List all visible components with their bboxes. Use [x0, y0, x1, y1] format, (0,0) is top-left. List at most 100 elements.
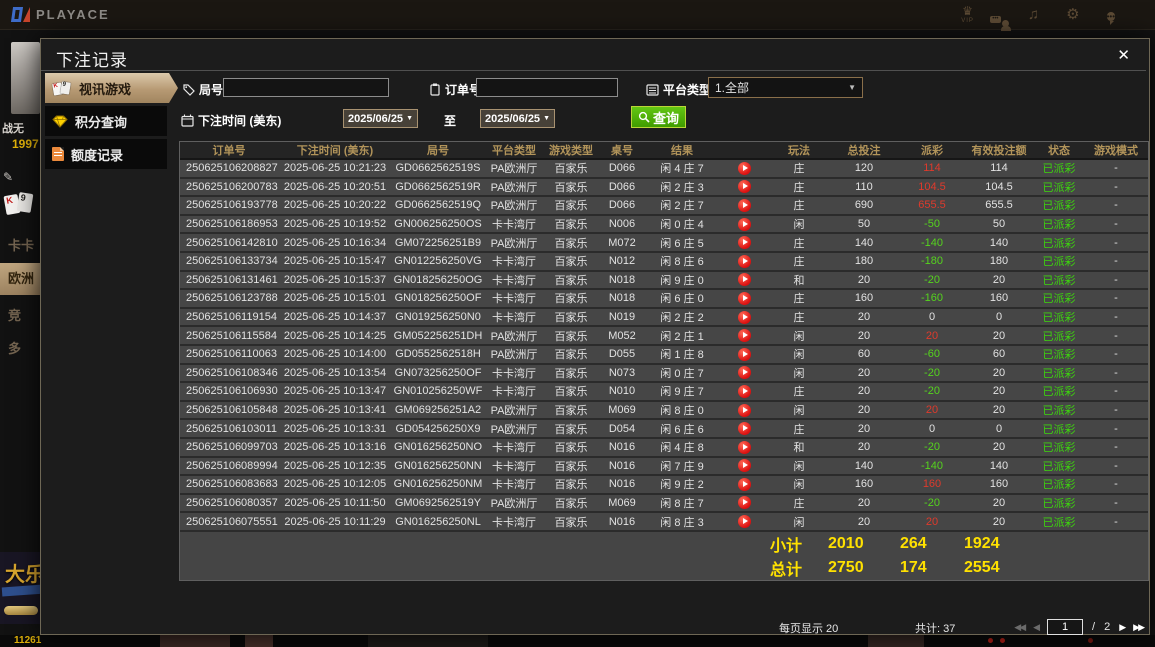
replay-button[interactable] — [737, 422, 751, 436]
cell-replay — [718, 233, 770, 253]
cell-order-number: 250625106142810 — [180, 233, 278, 253]
column-header — [718, 142, 770, 160]
cell-payout: 20 — [900, 326, 964, 346]
bet-records-modal: 下注记录 ✕ 视讯游戏 积分查询 额度记录 — [40, 38, 1150, 635]
settings-gear-icon[interactable]: ⚙ — [1066, 7, 1079, 22]
cell-status: 已派彩 — [1034, 437, 1084, 458]
cell-bet-time: 2025-06-25 10:12:05 — [278, 475, 392, 495]
cell-payout: 160 — [900, 475, 964, 495]
tab-credit-records[interactable]: 额度记录 — [45, 139, 167, 169]
cell-platform: 卡卡湾厅 — [484, 382, 544, 402]
music-icon[interactable]: ♫ — [1028, 7, 1039, 22]
prev-page-button[interactable]: ◀ — [1033, 622, 1040, 633]
cell-replay — [718, 307, 770, 328]
date-from-picker[interactable]: 2025/06/25 ▼ — [343, 109, 418, 128]
lobby-hall-kaka[interactable]: 卡卡 — [0, 233, 40, 259]
page-number-input[interactable] — [1047, 619, 1084, 635]
cell-result: 闲 2 庄 7 — [646, 196, 718, 216]
cell-game-mode: - — [1084, 456, 1148, 477]
last-page-button[interactable]: ▶▶ — [1133, 622, 1145, 633]
cell-result: 闲 0 庄 4 — [646, 214, 718, 235]
table-body: 250625106208827 2025-06-25 10:21:23 GD06… — [180, 159, 1148, 532]
lobby-hall-duo[interactable]: 多 — [0, 336, 40, 362]
date-to-picker[interactable]: 2025/06/25 ▼ — [480, 109, 555, 128]
subtotal-payout: 264 — [900, 534, 927, 552]
cell-status: 已派彩 — [1034, 419, 1084, 439]
avatar[interactable] — [11, 42, 40, 114]
cell-valid-bet: 160 — [964, 289, 1034, 309]
replay-button[interactable] — [737, 217, 751, 231]
cell-payout: 20 — [900, 400, 964, 421]
tab-points-query[interactable]: 积分查询 — [45, 106, 167, 136]
replay-button[interactable] — [737, 310, 751, 324]
replay-button[interactable] — [737, 161, 751, 175]
replay-button[interactable] — [737, 459, 751, 473]
table-row: 250625106099703 2025-06-25 10:13:16 GN01… — [180, 437, 1148, 458]
cell-payout: 104.5 — [900, 177, 964, 198]
table-row: 250625106105848 2025-06-25 10:13:41 GM06… — [180, 400, 1148, 421]
search-button[interactable]: 查询 — [631, 106, 686, 128]
cell-platform: 卡卡湾厅 — [484, 437, 544, 458]
cell-status: 已派彩 — [1034, 512, 1084, 532]
cell-valid-bet: 20 — [964, 437, 1034, 458]
total-valid: 2554 — [964, 558, 1000, 576]
cell-valid-bet: 20 — [964, 512, 1034, 532]
next-page-button[interactable]: ▶ — [1119, 622, 1126, 633]
round-number-input[interactable] — [223, 78, 389, 97]
replay-button[interactable] — [737, 273, 751, 287]
cell-game-mode: - — [1084, 512, 1148, 532]
replay-button[interactable] — [737, 477, 751, 491]
cell-round-number: GN016256250NM — [392, 475, 484, 495]
cell-bet-time: 2025-06-25 10:11:50 — [278, 493, 392, 514]
first-page-button[interactable]: ◀◀ — [1014, 622, 1026, 633]
cell-total-bet: 160 — [828, 289, 900, 309]
order-number-input[interactable] — [476, 78, 618, 97]
cell-game-type: 百家乐 — [544, 344, 598, 365]
cell-round-number: GN010256250WF — [392, 382, 484, 402]
replay-button[interactable] — [737, 403, 751, 417]
cell-result: 闲 8 庄 0 — [646, 400, 718, 421]
replay-button[interactable] — [737, 180, 751, 194]
replay-button[interactable] — [737, 347, 751, 361]
top-bar: PLAYACE ♛ VIP ••• ♫ ⚙ ••• — [0, 0, 1155, 31]
cell-round-number: GD0552562518H — [392, 344, 484, 365]
replay-button[interactable] — [737, 366, 751, 380]
cell-status: 已派彩 — [1034, 233, 1084, 253]
cell-status: 已派彩 — [1034, 177, 1084, 198]
promo-banner[interactable]: 大乐 — [0, 552, 40, 624]
cell-table-number: D066 — [598, 196, 646, 216]
cell-platform: PA欧洲厅 — [484, 177, 544, 198]
total-bet: 2750 — [828, 558, 864, 576]
vip-icon[interactable]: ♛ VIP — [961, 5, 974, 24]
cell-replay — [718, 493, 770, 514]
playace-logo-text: PLAYACE — [36, 7, 110, 22]
playace-logo[interactable]: PLAYACE — [10, 6, 110, 23]
lobby-hall-jing[interactable]: 竞 — [0, 303, 40, 329]
lobby-hall-europe-active[interactable]: 欧洲 — [0, 263, 40, 295]
cell-wager-type: 闲 — [770, 400, 828, 421]
replay-button[interactable] — [737, 329, 751, 343]
replay-button[interactable] — [737, 198, 751, 212]
chat-icon[interactable]: ••• — [1106, 7, 1115, 23]
replay-button[interactable] — [737, 291, 751, 305]
replay-button[interactable] — [737, 440, 751, 454]
cell-bet-time: 2025-06-25 10:13:54 — [278, 363, 392, 384]
cell-valid-bet: 0 — [964, 419, 1034, 439]
table-row: 250625106110063 2025-06-25 10:14:00 GD05… — [180, 344, 1148, 365]
replay-button[interactable] — [737, 236, 751, 250]
cell-total-bet: 20 — [828, 270, 900, 291]
edit-icon[interactable]: ✎ — [3, 170, 13, 184]
close-icon[interactable]: ✕ — [1113, 44, 1134, 66]
platform-type-select[interactable]: 1.全部 ▼ — [708, 77, 863, 98]
cell-result: 闲 9 庄 0 — [646, 270, 718, 291]
replay-button[interactable] — [737, 515, 751, 529]
cell-order-number: 250625106080357 — [180, 493, 278, 514]
replay-button[interactable] — [737, 496, 751, 510]
clipboard-icon — [430, 83, 440, 96]
replay-button[interactable] — [737, 254, 751, 268]
cell-payout: -140 — [900, 233, 964, 253]
cell-table-number: N012 — [598, 251, 646, 272]
replay-button[interactable] — [737, 384, 751, 398]
tab-video-games[interactable]: 视讯游戏 — [45, 73, 178, 103]
column-header: 结果 — [646, 142, 718, 160]
